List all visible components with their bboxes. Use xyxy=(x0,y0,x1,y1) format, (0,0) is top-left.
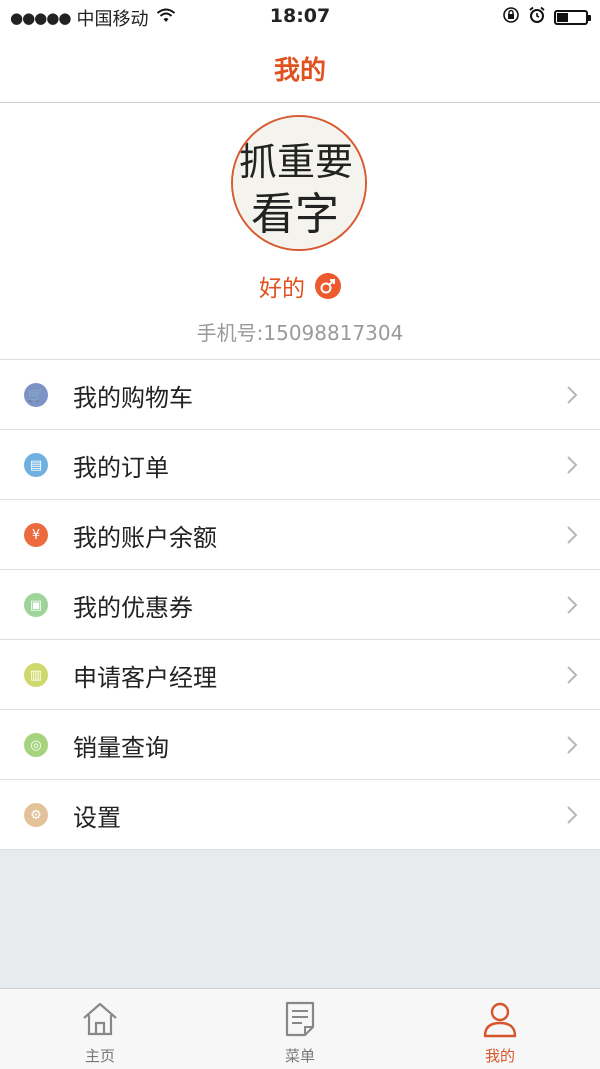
tab-mine[interactable]: 我的 xyxy=(400,989,600,1069)
chevron-right-icon xyxy=(566,525,578,549)
order-icon: ▤ xyxy=(24,453,48,477)
manager-icon: ▥ xyxy=(24,663,48,687)
avatar[interactable]: 抓重要 看字 xyxy=(231,115,367,251)
home-icon xyxy=(80,999,120,1039)
tab-mine-label: 我的 xyxy=(484,1047,515,1065)
yuan-icon: ¥ xyxy=(24,523,48,547)
menu-item[interactable]: ▤ 我的订单 xyxy=(0,430,600,500)
menu-item-label: 我的优惠券 xyxy=(73,594,193,622)
page-title: 我的 xyxy=(273,56,326,86)
tab-home[interactable]: 主页 xyxy=(0,989,200,1069)
chevron-right-icon xyxy=(566,735,578,759)
username: 好的 xyxy=(259,276,305,302)
chevron-right-icon xyxy=(566,665,578,689)
tab-menu-label: 菜单 xyxy=(284,1047,315,1065)
alarm-icon xyxy=(528,6,546,29)
phone-number: 手机号:15098817304 xyxy=(196,321,404,345)
avatar-text-top: 抓重要 xyxy=(239,140,353,184)
menu-item-label: 设置 xyxy=(73,804,121,832)
tab-menu[interactable]: 菜单 xyxy=(200,989,400,1069)
menu-item-label: 我的订单 xyxy=(73,454,169,482)
nav-bar: 我的 xyxy=(0,34,600,103)
status-bar: ●●●●● 中国移动 18:07 xyxy=(0,0,600,34)
menu-item-label: 销量查询 xyxy=(73,734,169,762)
menu-item[interactable]: ¥ 我的账户余额 xyxy=(0,500,600,570)
profile-section: 抓重要 看字 好的 手机号:15098817304 xyxy=(0,103,600,359)
chevron-right-icon xyxy=(566,595,578,619)
avatar-image: 抓重要 看字 xyxy=(233,117,365,249)
tab-bar: 主页 菜单 我的 xyxy=(0,988,600,1069)
avatar-text-bottom: 看字 xyxy=(251,189,339,240)
chevron-right-icon xyxy=(566,805,578,829)
tab-home-label: 主页 xyxy=(84,1047,115,1065)
menu-item[interactable]: ▥ 申请客户经理 xyxy=(0,640,600,710)
chevron-right-icon xyxy=(566,455,578,479)
coupon-icon: ▣ xyxy=(24,593,48,617)
search-icon: ◎ xyxy=(24,733,48,757)
menu-doc-icon xyxy=(280,999,320,1039)
menu-item[interactable]: ▣ 我的优惠券 xyxy=(0,570,600,640)
menu-item[interactable]: ⚙ 设置 xyxy=(0,780,600,850)
chevron-right-icon xyxy=(566,385,578,409)
male-gender-icon xyxy=(315,273,341,299)
cart-icon: 🛒 xyxy=(24,383,48,407)
status-right xyxy=(502,6,591,29)
menu-item[interactable]: ◎ 销量查询 xyxy=(0,710,600,780)
username-row: 好的 xyxy=(0,269,600,303)
menu-list: 🛒 我的购物车 ▤ 我的订单 ¥ 我的账户余额 ▣ 我的优惠券 ▥ 申请客户经理 ◎ 销量查询 ⚙ 设置 xyxy=(0,359,600,850)
orientation-lock-icon xyxy=(502,6,520,29)
battery-icon xyxy=(554,10,591,25)
battery-fill xyxy=(557,13,569,22)
menu-item[interactable]: 🛒 我的购物车 xyxy=(0,360,600,430)
person-icon xyxy=(480,999,520,1039)
menu-item-label: 我的购物车 xyxy=(73,384,193,412)
menu-item-label: 申请客户经理 xyxy=(73,664,217,692)
gear-icon: ⚙ xyxy=(24,803,48,827)
menu-item-label: 我的账户余额 xyxy=(73,524,217,552)
